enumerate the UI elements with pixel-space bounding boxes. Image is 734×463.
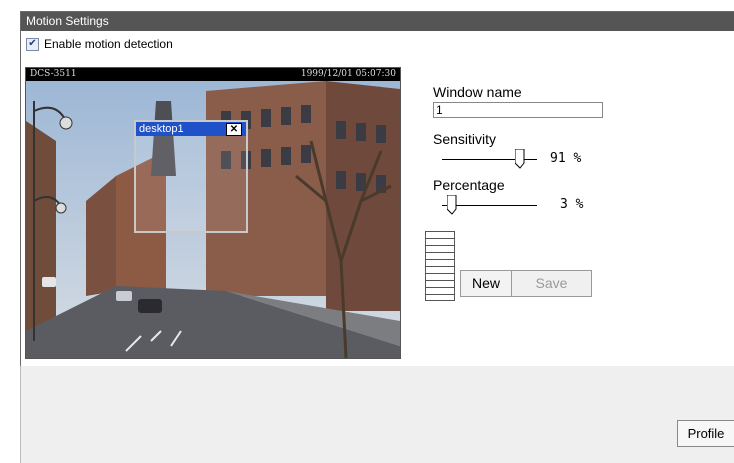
motion-window-desktop1[interactable]: desktop1 ✕: [134, 120, 248, 233]
camera-model: DCS-3511: [30, 69, 77, 79]
sensitivity-value: 91 %: [550, 151, 582, 166]
camera-timestamp: 1999/12/01 05:07:30: [300, 69, 396, 79]
new-window-button[interactable]: New: [460, 270, 512, 297]
motion-window-title-text: desktop1: [139, 123, 184, 135]
sensitivity-slider-thumb[interactable]: [515, 149, 525, 169]
sensitivity-label: Sensitivity: [433, 131, 497, 147]
check-icon: ✔: [28, 38, 37, 49]
camera-header: DCS-3511 1999/12/01 05:07:30: [26, 68, 400, 81]
panel-title: Motion Settings: [21, 12, 734, 31]
motion-window-title[interactable]: desktop1 ✕: [136, 122, 246, 136]
save-button[interactable]: Save: [511, 270, 592, 297]
enable-motion-label: Enable motion detection: [44, 37, 173, 51]
enable-motion-row[interactable]: ✔ Enable motion detection: [26, 37, 173, 51]
enable-motion-checkbox[interactable]: ✔: [26, 37, 39, 51]
percentage-value: 3 %: [560, 197, 584, 212]
window-list[interactable]: [425, 231, 455, 301]
close-icon[interactable]: ✕: [226, 123, 242, 136]
percentage-label: Percentage: [433, 177, 505, 193]
window-name-input[interactable]: 1: [433, 102, 603, 118]
percentage-slider-thumb[interactable]: [447, 195, 457, 215]
window-name-label: Window name: [433, 84, 522, 100]
profile-button[interactable]: Profile: [677, 420, 734, 447]
camera-preview[interactable]: DCS-3511 1999/12/01 05:07:30 desktop1 ✕: [25, 67, 401, 359]
motion-settings-panel: Motion Settings ✔ Enable motion detectio…: [20, 11, 734, 368]
lower-section: [20, 366, 734, 463]
